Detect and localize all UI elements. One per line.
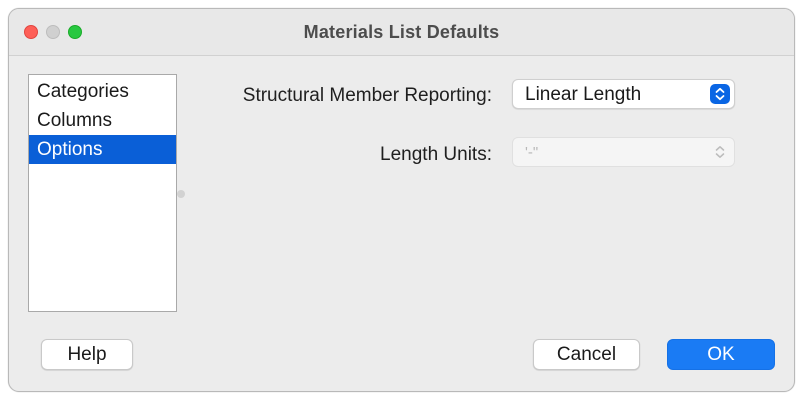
length-units-label: Length Units: (380, 144, 492, 165)
up-down-chevron-icon (710, 84, 730, 104)
list-item-columns[interactable]: Columns (29, 106, 176, 135)
list-item-categories[interactable]: Categories (29, 77, 176, 106)
dialog-window: Materials List Defaults Categories Colum… (8, 8, 795, 392)
length-units-popup[interactable]: '-" (512, 137, 735, 167)
help-button[interactable]: Help (41, 339, 133, 370)
list-item-options[interactable]: Options (29, 135, 176, 164)
structural-member-reporting-popup[interactable]: Linear Length (512, 79, 735, 109)
structural-member-reporting-label: Structural Member Reporting: (242, 85, 492, 106)
ok-button[interactable]: OK (667, 339, 775, 370)
section-list[interactable]: Categories Columns Options (28, 74, 177, 312)
title-bar[interactable]: Materials List Defaults (9, 9, 794, 56)
window-title: Materials List Defaults (303, 22, 500, 42)
cancel-button[interactable]: Cancel (533, 339, 640, 370)
up-down-chevron-icon (710, 142, 730, 162)
split-view-handle[interactable] (177, 190, 185, 198)
length-units-value: '-" (525, 144, 539, 161)
structural-member-reporting-value: Linear Length (525, 84, 642, 105)
